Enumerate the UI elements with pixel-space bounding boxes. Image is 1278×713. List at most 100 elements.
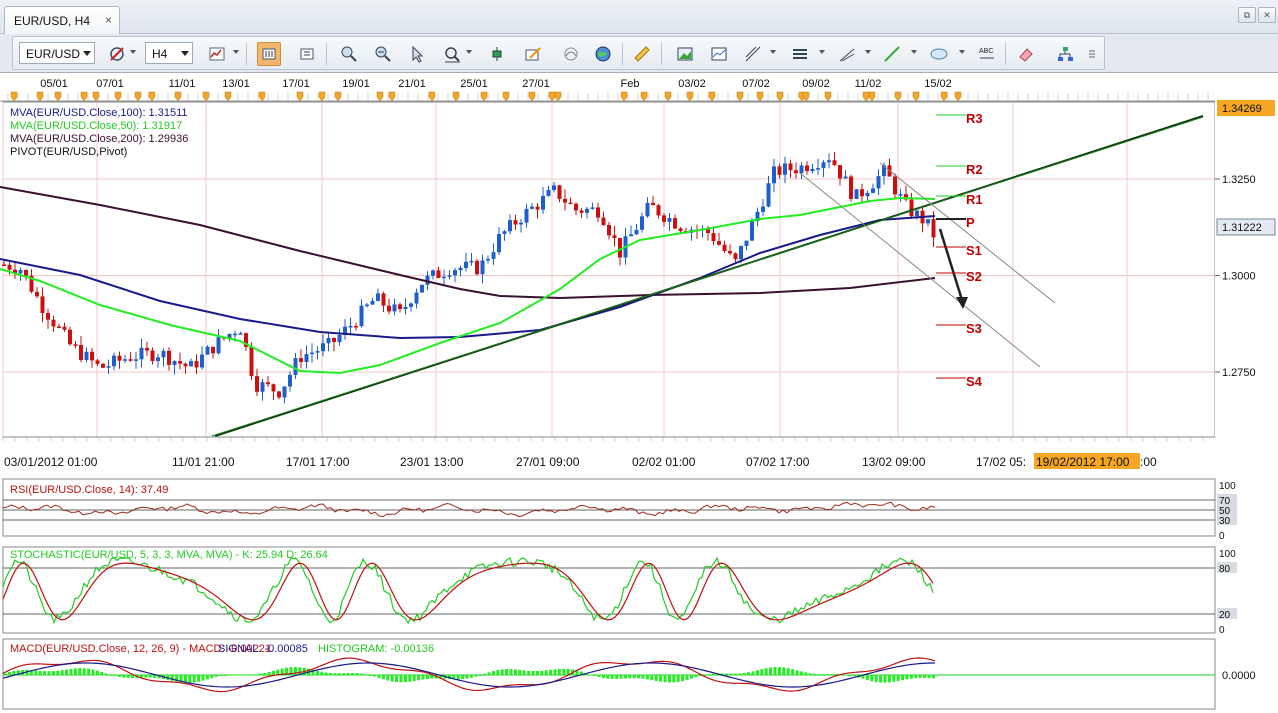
indicators-button[interactable] — [485, 42, 509, 66]
candle-body — [238, 333, 243, 335]
macd-histogram-bar — [364, 674, 368, 676]
text-tool-button[interactable]: ABC — [975, 42, 999, 66]
trendline-button[interactable] — [835, 42, 859, 66]
chevron-down-icon[interactable] — [130, 50, 136, 54]
macd-histogram-bar — [109, 674, 113, 676]
macd-histogram-bar — [663, 675, 667, 683]
timeframe-select[interactable]: H4 — [145, 42, 193, 64]
macd-histogram-bar — [51, 671, 55, 675]
more-icon — [1089, 50, 1095, 58]
candle-body — [172, 361, 177, 365]
macd-histogram-bar — [711, 673, 715, 675]
candle-body — [255, 376, 259, 392]
chart-tab[interactable]: EUR/USD, H4 × — [4, 6, 120, 34]
chevron-down-icon[interactable] — [770, 50, 776, 54]
crosshair-toggle-button[interactable] — [105, 42, 129, 66]
picture-button[interactable] — [673, 42, 697, 66]
macd-histogram-bar — [377, 675, 381, 678]
candle-view-button[interactable] — [257, 42, 281, 66]
hierarchy-icon — [1058, 47, 1073, 61]
macd-histogram-bar — [795, 670, 799, 675]
chevron-down-icon[interactable] — [233, 50, 239, 54]
macd-histogram-bar — [351, 672, 355, 675]
macd-histogram-bar — [214, 675, 218, 677]
candle-body — [794, 170, 798, 174]
legend-item: PIVOT(EUR/USD,Pivot) — [10, 146, 128, 158]
toolbar-separator — [1005, 43, 1006, 65]
event-markers[interactable] — [7, 91, 1209, 102]
macd-histogram-bar — [320, 671, 324, 675]
macd-histogram-bar — [738, 673, 742, 675]
macd-histogram-bar — [601, 675, 605, 679]
macd-histogram-bar — [619, 675, 623, 679]
current-price-label: 1.34269 — [1222, 103, 1262, 115]
macd-histogram-bar — [742, 672, 746, 675]
bar-view-button[interactable] — [295, 42, 319, 66]
chevron-down-icon[interactable] — [865, 50, 871, 54]
horizontal-lines-button[interactable] — [788, 42, 812, 66]
ellipse-icon — [930, 48, 948, 60]
chart-type-button[interactable] — [205, 42, 229, 66]
price-tick-label: 1.3000 — [1222, 271, 1256, 283]
zoom-out-button[interactable] — [371, 42, 395, 66]
candle-body — [827, 160, 831, 163]
eraser-button[interactable] — [1014, 42, 1038, 66]
pointer-button[interactable] — [405, 42, 429, 66]
chart-canvas[interactable]: 05/01 07/01 11/01 13/01 17/01 19/01 21/01 25/01… — [0, 73, 1278, 713]
macd-histogram-bar — [865, 675, 869, 681]
candle-body — [205, 346, 210, 355]
close-window-button[interactable]: ✕ — [1258, 7, 1276, 23]
drawing-tools-button[interactable] — [741, 42, 765, 66]
candle-body — [673, 218, 677, 229]
more-button[interactable] — [1085, 42, 1099, 66]
macd-histogram-bar — [544, 670, 548, 675]
candle-body — [447, 275, 452, 277]
symbol-select[interactable]: EUR/USD — [19, 42, 95, 64]
wave-button[interactable] — [559, 42, 583, 66]
macd-histogram-bar — [513, 669, 517, 675]
globe-button[interactable] — [591, 42, 615, 66]
chart-area[interactable]: 05/01 07/01 11/01 13/01 17/01 19/01 21/01 25/01… — [0, 72, 1278, 713]
template-button[interactable] — [707, 42, 731, 66]
candle-body — [783, 163, 787, 175]
macd-histogram-bar — [852, 675, 856, 677]
objects-button[interactable] — [521, 42, 545, 66]
histogram-label: HISTOGRAM: -0.00136 — [318, 643, 434, 655]
macd-histogram-bar — [267, 671, 271, 675]
candle-body — [90, 351, 94, 361]
close-tab-icon[interactable]: × — [105, 13, 112, 27]
top-date-label: 21/01 — [398, 78, 426, 90]
candle-body — [117, 355, 122, 361]
ellipse-button[interactable] — [927, 42, 951, 66]
candle-body — [216, 337, 221, 354]
candle-body — [249, 346, 254, 377]
macd-histogram-bar — [38, 670, 42, 675]
macd-histogram-bar — [144, 675, 148, 678]
macd-histogram-bar — [65, 669, 69, 675]
restore-window-button[interactable]: ⧉ — [1238, 7, 1256, 23]
chevron-down-icon[interactable] — [911, 50, 917, 54]
rsi-panel[interactable] — [2, 478, 1216, 537]
candle-body — [585, 208, 589, 213]
last-price-label: 1.31222 — [1222, 222, 1262, 234]
chevron-down-icon[interactable] — [819, 50, 825, 54]
macd-histogram-bar — [254, 674, 258, 676]
macd-histogram-bar — [3, 673, 7, 675]
price-axis[interactable] — [1215, 102, 1278, 437]
hierarchy-button[interactable] — [1053, 42, 1077, 66]
macd-histogram-bar — [474, 675, 478, 677]
ruler-button[interactable] — [630, 42, 654, 66]
top-date-label: 13/01 — [222, 78, 250, 90]
candle-body — [62, 326, 67, 330]
chevron-down-icon[interactable] — [959, 50, 965, 54]
chevron-down-icon[interactable] — [466, 50, 472, 54]
candle-body — [359, 305, 364, 327]
zoom-fit-button[interactable] — [440, 42, 464, 66]
pivot-label-p: P — [966, 215, 975, 230]
candle-body — [739, 246, 743, 260]
zoom-in-button[interactable] — [337, 42, 361, 66]
macd-histogram-bar — [751, 671, 755, 675]
candle-body — [46, 313, 50, 320]
candle-body — [656, 205, 661, 216]
line-tool-button[interactable] — [880, 42, 904, 66]
